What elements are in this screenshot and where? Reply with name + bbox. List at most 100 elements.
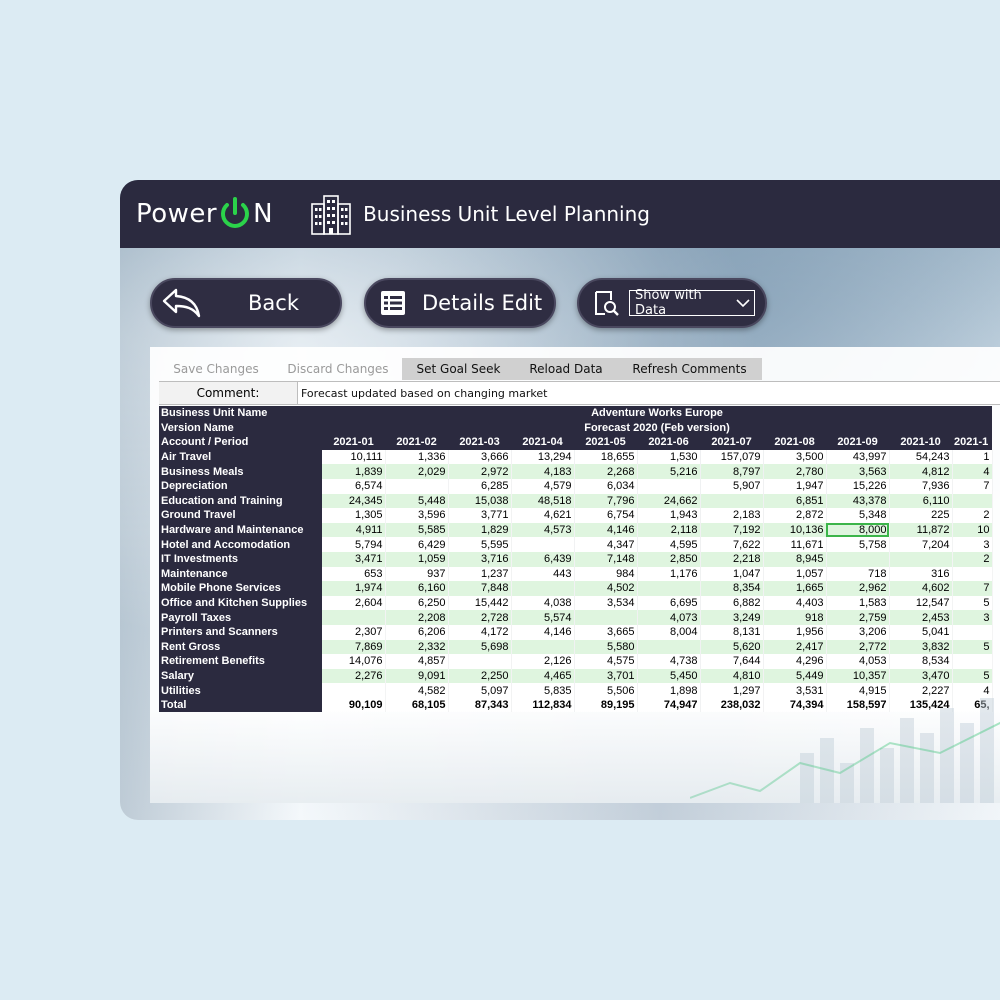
value-cell[interactable]: 7,204 bbox=[889, 537, 953, 552]
value-cell[interactable] bbox=[952, 493, 993, 509]
value-cell[interactable]: 4,621 bbox=[511, 508, 575, 523]
value-cell[interactable]: 2 bbox=[952, 551, 993, 567]
value-cell[interactable]: 984 bbox=[574, 566, 638, 582]
value-cell[interactable]: 4 bbox=[952, 464, 993, 479]
value-cell[interactable]: 6,429 bbox=[385, 537, 449, 552]
value-cell[interactable]: 1,297 bbox=[700, 683, 764, 698]
value-cell[interactable]: 5,835 bbox=[511, 683, 575, 698]
value-cell[interactable]: 653 bbox=[322, 566, 386, 582]
value-cell[interactable]: 3,665 bbox=[574, 624, 638, 640]
value-cell[interactable]: 6,882 bbox=[700, 595, 764, 611]
value-cell[interactable] bbox=[637, 639, 701, 655]
value-cell[interactable]: 3,716 bbox=[448, 551, 512, 567]
value-cell[interactable]: 7,148 bbox=[574, 551, 638, 567]
value-cell[interactable] bbox=[574, 610, 638, 625]
value-cell[interactable]: 1,947 bbox=[763, 478, 827, 494]
value-cell[interactable]: 4,403 bbox=[763, 595, 827, 611]
value-cell[interactable]: 4,911 bbox=[322, 522, 386, 538]
value-cell[interactable]: 43,378 bbox=[826, 493, 890, 509]
value-cell[interactable]: 6,574 bbox=[322, 478, 386, 494]
value-cell[interactable]: 1,583 bbox=[826, 595, 890, 611]
value-cell[interactable]: 2,962 bbox=[826, 581, 890, 596]
value-cell[interactable]: 5,348 bbox=[826, 508, 890, 523]
value-cell[interactable]: 1,974 bbox=[322, 581, 386, 596]
value-cell[interactable]: 6,160 bbox=[385, 581, 449, 596]
value-cell[interactable]: 5,041 bbox=[889, 624, 953, 640]
value-cell[interactable]: 5,907 bbox=[700, 478, 764, 494]
value-cell[interactable]: 11,671 bbox=[763, 537, 827, 552]
value-cell[interactable]: 4,915 bbox=[826, 683, 890, 698]
value-cell[interactable]: 54,243 bbox=[889, 449, 953, 465]
value-cell[interactable]: 6,206 bbox=[385, 624, 449, 640]
value-cell[interactable] bbox=[322, 683, 386, 698]
value-cell[interactable]: 3,832 bbox=[889, 639, 953, 655]
back-button[interactable]: Back bbox=[150, 278, 342, 328]
value-cell[interactable]: 4,053 bbox=[826, 654, 890, 669]
value-cell[interactable]: 3,206 bbox=[826, 624, 890, 640]
value-cell[interactable]: 4,347 bbox=[574, 537, 638, 552]
value-cell[interactable]: 6,695 bbox=[637, 595, 701, 611]
discard-changes-button[interactable]: Discard Changes bbox=[274, 358, 402, 380]
value-cell[interactable]: 1,047 bbox=[700, 566, 764, 582]
value-cell[interactable]: 4,146 bbox=[574, 522, 638, 538]
value-cell[interactable]: 2,118 bbox=[637, 522, 701, 538]
value-cell[interactable]: 5 bbox=[952, 595, 993, 611]
value-cell[interactable]: 5,448 bbox=[385, 493, 449, 509]
value-cell[interactable]: 2 bbox=[952, 508, 993, 523]
value-cell[interactable]: 10,357 bbox=[826, 668, 890, 684]
value-cell[interactable]: 7 bbox=[952, 581, 993, 596]
value-cell[interactable]: 10,136 bbox=[763, 522, 827, 538]
value-cell[interactable]: 5,580 bbox=[574, 639, 638, 655]
value-cell[interactable]: 443 bbox=[511, 566, 575, 582]
value-cell[interactable]: 11,872 bbox=[889, 522, 953, 538]
value-cell[interactable]: 2,453 bbox=[889, 610, 953, 625]
value-cell[interactable]: 10 bbox=[952, 522, 993, 538]
value-cell[interactable]: 6,754 bbox=[574, 508, 638, 523]
show-data-select[interactable]: Show with Data bbox=[629, 288, 755, 318]
value-cell[interactable]: 8,354 bbox=[700, 581, 764, 596]
reload-data-button[interactable]: Reload Data bbox=[515, 358, 617, 380]
value-cell[interactable]: 7,796 bbox=[574, 493, 638, 509]
value-cell[interactable]: 4,579 bbox=[511, 478, 575, 494]
value-cell[interactable]: 5 bbox=[952, 639, 993, 655]
value-cell[interactable]: 3,249 bbox=[700, 610, 764, 625]
value-cell[interactable]: 5,216 bbox=[637, 464, 701, 479]
value-cell[interactable]: 2,029 bbox=[385, 464, 449, 479]
value-cell[interactable]: 918 bbox=[763, 610, 827, 625]
value-cell[interactable]: 1,530 bbox=[637, 449, 701, 465]
value-cell[interactable]: 2,332 bbox=[385, 639, 449, 655]
value-cell[interactable]: 316 bbox=[889, 566, 953, 582]
value-cell[interactable]: 6,439 bbox=[511, 551, 575, 567]
value-cell[interactable] bbox=[952, 566, 993, 582]
value-cell[interactable]: 2,872 bbox=[763, 508, 827, 523]
save-changes-button[interactable]: Save Changes bbox=[158, 358, 274, 380]
value-cell[interactable]: 5,450 bbox=[637, 668, 701, 684]
value-cell[interactable]: 6,250 bbox=[385, 595, 449, 611]
value-cell[interactable]: 3,596 bbox=[385, 508, 449, 523]
value-cell[interactable]: 12,547 bbox=[889, 595, 953, 611]
value-cell[interactable]: 5,097 bbox=[448, 683, 512, 698]
value-cell[interactable]: 937 bbox=[385, 566, 449, 582]
value-cell[interactable]: 6,285 bbox=[448, 478, 512, 494]
value-cell[interactable]: 4,172 bbox=[448, 624, 512, 640]
value-cell[interactable]: 2,218 bbox=[700, 551, 764, 567]
value-cell[interactable] bbox=[826, 551, 890, 567]
value-cell[interactable]: 4,573 bbox=[511, 522, 575, 538]
value-cell[interactable] bbox=[385, 478, 449, 494]
value-cell[interactable] bbox=[952, 654, 993, 669]
value-cell[interactable]: 3,701 bbox=[574, 668, 638, 684]
value-cell[interactable]: 5,585 bbox=[385, 522, 449, 538]
value-cell[interactable]: 8,131 bbox=[700, 624, 764, 640]
value-cell[interactable]: 4 bbox=[952, 683, 993, 698]
value-cell[interactable]: 4,582 bbox=[385, 683, 449, 698]
value-cell[interactable]: 7,622 bbox=[700, 537, 764, 552]
value-cell[interactable]: 4,575 bbox=[574, 654, 638, 669]
value-cell[interactable]: 1,943 bbox=[637, 508, 701, 523]
value-cell[interactable]: 5,506 bbox=[574, 683, 638, 698]
value-cell[interactable]: 4,810 bbox=[700, 668, 764, 684]
value-cell[interactable]: 4,602 bbox=[889, 581, 953, 596]
value-cell[interactable]: 3,771 bbox=[448, 508, 512, 523]
value-cell[interactable]: 2,417 bbox=[763, 639, 827, 655]
value-cell[interactable]: 2,276 bbox=[322, 668, 386, 684]
value-cell[interactable]: 718 bbox=[826, 566, 890, 582]
